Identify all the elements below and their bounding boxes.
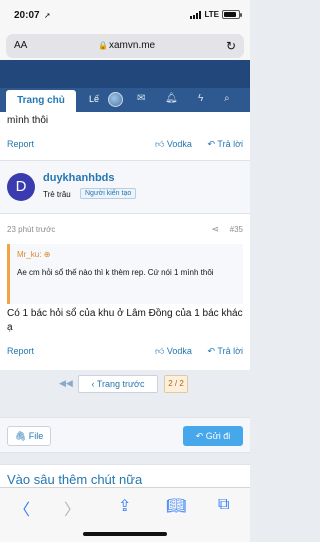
reader-options-button[interactable]: AA [14, 40, 27, 51]
paperclip-icon: 🖇︎ [14, 431, 29, 441]
post-time[interactable]: 23 phút trước [7, 225, 55, 234]
send-button[interactable]: ↶ Gửi đi [183, 426, 243, 446]
home-indicator [83, 532, 167, 536]
address-bar[interactable]: AA 🔒 xamvn.me ↻ [6, 34, 244, 58]
url-text[interactable]: xamvn.me [109, 40, 155, 51]
user-avatar[interactable] [108, 92, 123, 107]
prev-page-button[interactable]: ‹ Trang trước [78, 375, 158, 393]
like-button[interactable]: 👍︎ Vodka [155, 139, 192, 150]
reload-icon[interactable]: ↻ [226, 39, 236, 53]
reply-label: Trả lời [217, 346, 243, 356]
user-badge: Người kiến tạo [80, 188, 137, 199]
status-indicators: LTE [190, 10, 242, 19]
reply-bar: 🖇︎ File ↶ Gửi đi [0, 417, 250, 453]
back-icon[interactable]: 〈 [14, 496, 30, 520]
quote-author[interactable]: Mr_ku: ⊕ [17, 250, 50, 259]
bell-icon[interactable]: 🔔︎ [165, 93, 178, 104]
quote-text: Ae cm hỏi sổ thế nào thì k thèm rep. Cứ … [17, 268, 214, 277]
clock: 20:07 [14, 10, 40, 21]
tabs-icon[interactable]: ⧉ [218, 496, 229, 514]
send-label: Gửi đi [205, 431, 231, 441]
site-header [0, 60, 250, 88]
battery-icon [222, 10, 242, 19]
first-page-icon[interactable]: ◀◀ [59, 378, 73, 389]
tab-home[interactable]: Trang chủ [6, 90, 76, 112]
signal-icon [190, 10, 202, 19]
like-label: Vodka [166, 346, 192, 356]
carrier-label: LTE [204, 10, 219, 19]
quote-author-label: Mr_ku: [17, 250, 42, 259]
search-icon[interactable]: ⌕ [224, 93, 230, 104]
quote-block: Mr_ku: ⊕ Ae cm hỏi sổ thế nào thì k thèm… [7, 244, 243, 304]
post-meta: 23 phút trước ⋖ #35 [7, 224, 243, 235]
forward-icon[interactable]: 〉 [64, 496, 80, 520]
mail-icon[interactable]: ✉ [137, 93, 145, 104]
report-link[interactable]: Report [7, 139, 34, 149]
user-title: Trẻ trâu [43, 190, 71, 199]
thumbs-up-icon: 👍︎ [155, 139, 167, 149]
prev-page-label: Trang trước [96, 379, 145, 389]
like-button[interactable]: 👍︎ Vodka [155, 346, 192, 357]
section-title: Vào sâu thêm chút nữa [7, 472, 143, 487]
avatar[interactable]: D [7, 173, 35, 201]
site-nav: Trang chủ Lế ✉ 🔔︎ ϟ ⌕ [0, 88, 250, 112]
report-link[interactable]: Report [7, 346, 34, 356]
tab-more[interactable]: Lế [89, 94, 99, 104]
page-indicator[interactable]: 2 / 2 [164, 375, 188, 393]
post-previous: mình thôi Report 👍︎ Vodka ↶ Trả lời [0, 112, 250, 160]
attach-file-button[interactable]: 🖇︎ File [7, 426, 51, 446]
battery-level [224, 12, 236, 17]
reply-icon: ↶ [207, 346, 218, 356]
reply-button[interactable]: ↶ Trả lời [208, 346, 243, 357]
arrow-up-circle-icon: ⊕ [43, 250, 51, 259]
file-label: File [28, 431, 44, 441]
post-text: Có 1 bác hỏi sổ của khu ở Lâm Đồng của 1… [7, 308, 243, 333]
reply-label: Trả lời [217, 139, 243, 149]
browser-toolbar: 〈 〉 ⇪ 📖︎ ⧉ [0, 487, 250, 542]
share-icon[interactable]: ⇪ [118, 496, 131, 516]
share-icon[interactable]: ⋖ [211, 224, 219, 235]
thumbs-up-icon: 👍︎ [155, 346, 167, 356]
location-arrow-icon: ➚ [44, 11, 51, 20]
post-text: mình thôi [7, 115, 49, 126]
browser-address-area: AA 🔒 xamvn.me ↻ [0, 30, 250, 60]
reply-icon: ↶ [195, 431, 206, 441]
reply-button[interactable]: ↶ Trả lời [208, 139, 243, 150]
reply-icon: ↶ [207, 139, 218, 149]
username-link[interactable]: duykhanhbds [43, 172, 115, 184]
like-label: Vodka [166, 139, 192, 149]
bolt-icon[interactable]: ϟ [198, 93, 203, 104]
post-user-header: D duykhanhbds Trẻ trâu Người kiến tạo [0, 160, 250, 214]
bookmarks-icon[interactable]: 📖︎ [166, 496, 186, 516]
pagination: ◀◀ ‹ Trang trước 2 / 2 [0, 370, 250, 404]
status-bar: 20:07 ➚ LTE [0, 0, 250, 30]
post-number[interactable]: #35 [230, 225, 243, 234]
lock-icon: 🔒 [98, 41, 108, 50]
